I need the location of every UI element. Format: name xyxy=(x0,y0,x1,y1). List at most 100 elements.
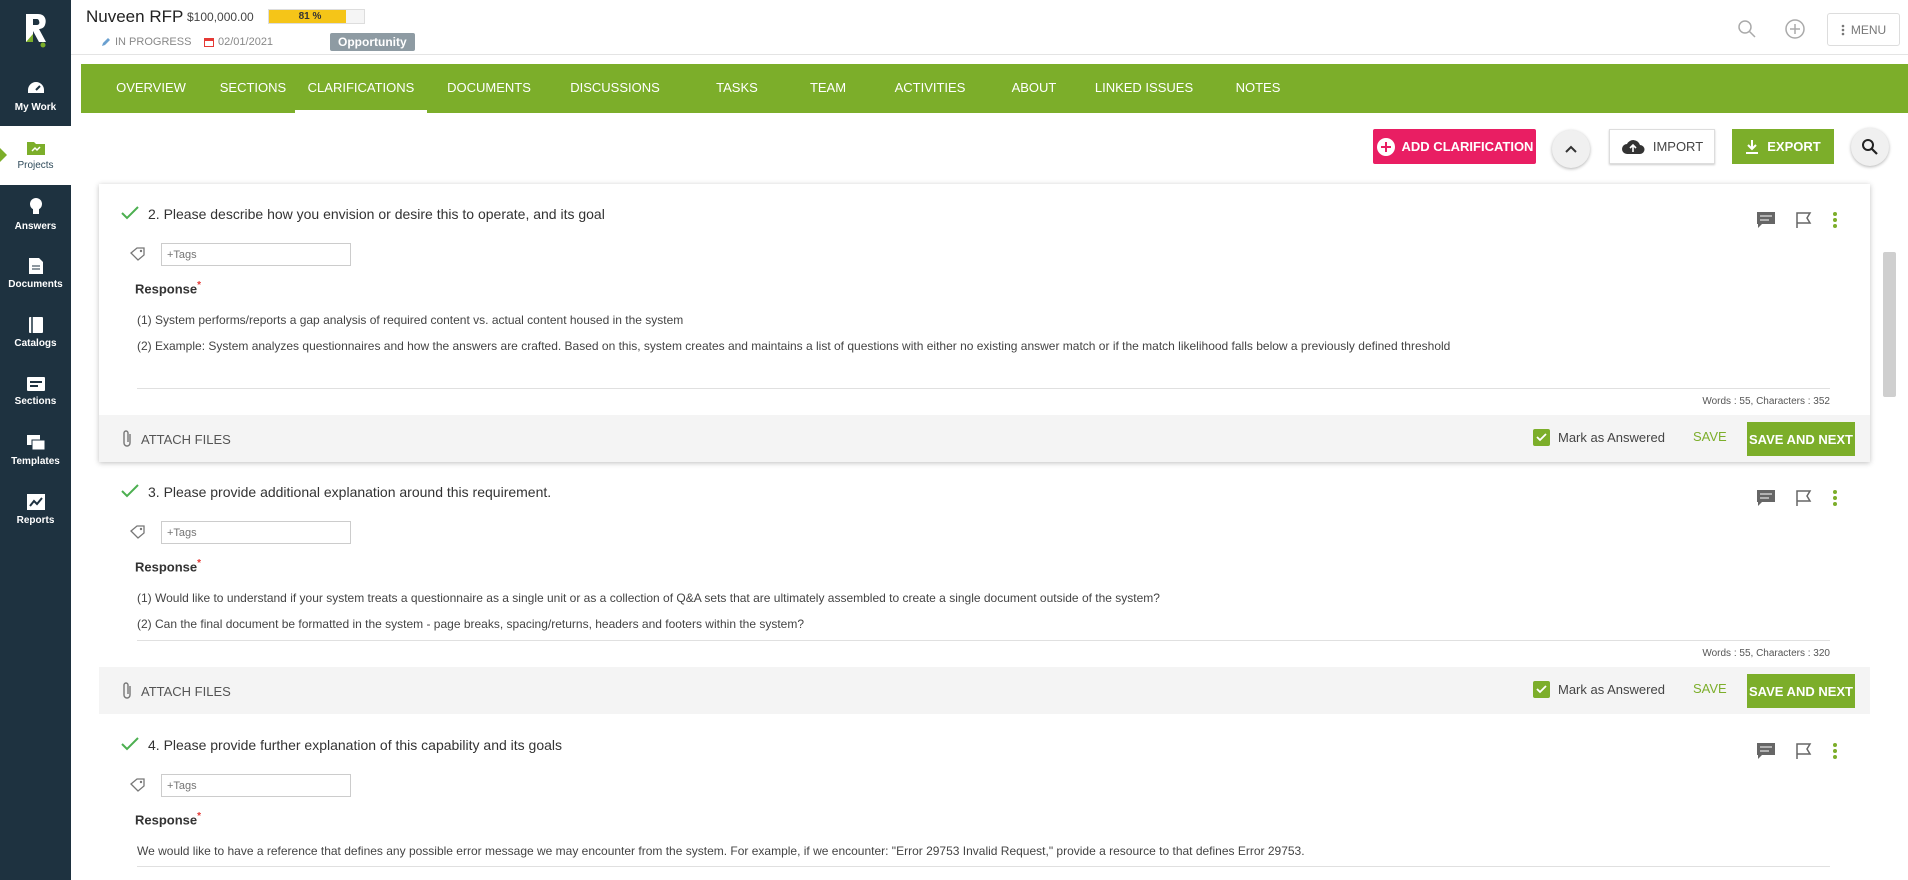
word-count: Words : 55, Characters : 320 xyxy=(1702,648,1830,659)
flag-icon[interactable] xyxy=(1793,487,1815,509)
brand-logo-icon xyxy=(25,14,46,48)
sections-icon xyxy=(26,377,45,391)
comment-icon[interactable] xyxy=(1755,740,1777,762)
add-circle-icon[interactable] xyxy=(1784,18,1806,40)
tags-input[interactable] xyxy=(161,774,351,797)
response-label: Response* xyxy=(135,280,202,297)
active-indicator xyxy=(0,148,7,162)
attach-files-label: ATTACH FILES xyxy=(141,683,231,699)
plus-circle-icon xyxy=(1376,137,1395,156)
project-tabs: OVERVIEW SECTIONS CLARIFICATIONS DOCUMEN… xyxy=(81,64,1908,113)
sidebar-item-label: Catalogs xyxy=(14,338,57,349)
dashboard-icon xyxy=(27,82,44,93)
tab-clarifications[interactable]: CLARIFICATIONS xyxy=(295,64,427,113)
menu-button[interactable]: MENU xyxy=(1827,13,1900,46)
mark-as-answered-label: Mark as Answered xyxy=(1558,682,1665,697)
attach-files-button[interactable]: ATTACH FILES xyxy=(121,429,231,449)
save-and-next-button[interactable]: SAVE AND NEXT xyxy=(1747,422,1855,456)
tab-discussions[interactable]: DISCUSSIONS xyxy=(551,64,679,113)
collapse-button[interactable] xyxy=(1552,130,1590,168)
tags-input[interactable] xyxy=(161,243,351,266)
response-line: (2) Example: System analyzes questionnai… xyxy=(137,339,1451,353)
project-amount: $100,000.00 xyxy=(187,10,254,24)
divider xyxy=(137,388,1830,389)
question-title: 4. Please provide further explanation of… xyxy=(148,737,563,753)
progress-bar: 81 % xyxy=(268,9,365,24)
response-line: (2) Can the final document be formatted … xyxy=(137,617,805,631)
sidebar-item-sections[interactable]: Sections xyxy=(0,362,71,421)
menu-label: MENU xyxy=(1850,22,1887,37)
checkbox-checked-icon xyxy=(1533,681,1550,698)
sidebar-item-projects[interactable]: Projects xyxy=(0,126,71,185)
paperclip-icon xyxy=(123,682,131,699)
sidebar-item-catalogs[interactable]: Catalogs xyxy=(0,303,71,362)
logo[interactable] xyxy=(0,0,71,60)
tab-notes[interactable]: NOTES xyxy=(1206,64,1310,113)
project-title: Nuveen RFP xyxy=(86,7,184,26)
sidebar-item-label: Documents xyxy=(8,279,63,290)
opportunity-badge: Opportunity xyxy=(330,33,415,51)
tab-tasks[interactable]: TASKS xyxy=(685,64,789,113)
more-options-icon[interactable] xyxy=(1824,740,1846,762)
tab-about[interactable]: ABOUT xyxy=(984,64,1084,113)
sidebar-item-templates[interactable]: Templates xyxy=(0,421,71,480)
tab-documents[interactable]: DOCUMENTS xyxy=(434,64,544,113)
question-title: 2. Please describe how you envision or d… xyxy=(148,206,605,222)
mark-as-answered-checkbox[interactable]: Mark as Answered xyxy=(1533,429,1665,446)
mark-as-answered-checkbox[interactable]: Mark as Answered xyxy=(1533,681,1665,698)
sidebar-item-label: Sections xyxy=(14,396,57,407)
tag-icon xyxy=(130,247,145,261)
sidebar-item-documents[interactable]: Documents xyxy=(0,244,71,303)
tab-team[interactable]: TEAM xyxy=(781,64,875,113)
tab-linked-issues[interactable]: LINKED ISSUES xyxy=(1077,64,1211,113)
download-icon xyxy=(1746,139,1759,154)
comment-icon[interactable] xyxy=(1755,209,1777,231)
date-text: 02/01/2021 xyxy=(218,36,274,48)
search-icon xyxy=(1862,139,1878,155)
documents-icon xyxy=(28,258,43,274)
question-card: 4. Please provide further explanation of… xyxy=(99,715,1870,880)
book-icon xyxy=(28,317,43,333)
flag-icon[interactable] xyxy=(1793,740,1815,762)
sidebar-item-label: Answers xyxy=(14,221,57,232)
paperclip-icon xyxy=(123,430,131,447)
word-count: Words : 55, Characters : 352 xyxy=(1702,396,1830,407)
flag-icon[interactable] xyxy=(1793,209,1815,231)
more-options-icon[interactable] xyxy=(1824,209,1846,231)
save-and-next-button[interactable]: SAVE AND NEXT xyxy=(1747,674,1855,708)
tab-overview[interactable]: OVERVIEW xyxy=(99,64,203,113)
tab-activities[interactable]: ACTIVITIES xyxy=(870,64,990,113)
tab-sections[interactable]: SECTIONS xyxy=(203,64,303,113)
sidebar-item-answers[interactable]: Answers xyxy=(0,185,71,244)
sidebar-item-reports[interactable]: Reports xyxy=(0,480,71,539)
sidebar-item-label: Projects xyxy=(17,160,54,171)
export-label: EXPORT xyxy=(1767,139,1821,154)
mark-as-answered-label: Mark as Answered xyxy=(1558,430,1665,445)
import-button[interactable]: IMPORT xyxy=(1609,129,1715,164)
response-line: (1) Would like to understand if your sys… xyxy=(137,591,1160,605)
add-clarification-button[interactable]: ADD CLARIFICATION xyxy=(1373,129,1536,164)
calendar-icon xyxy=(204,38,214,47)
reports-icon xyxy=(26,494,45,510)
comment-icon[interactable] xyxy=(1755,487,1777,509)
status-text: IN PROGRESS xyxy=(115,36,192,48)
sidebar-item-label: Reports xyxy=(16,515,55,526)
pencil-icon xyxy=(102,38,110,46)
chevron-up-icon xyxy=(1565,145,1577,153)
progress-label: 81 % xyxy=(298,11,322,22)
attach-files-button[interactable]: ATTACH FILES xyxy=(121,681,231,701)
search-icon[interactable] xyxy=(1736,18,1758,40)
sidebar-item-my-work[interactable]: My Work xyxy=(0,67,71,126)
export-button[interactable]: EXPORT xyxy=(1732,129,1834,164)
tags-input[interactable] xyxy=(161,521,351,544)
import-label: IMPORT xyxy=(1652,139,1704,154)
response-label: Response* xyxy=(135,811,202,828)
scrollbar-thumb[interactable] xyxy=(1883,252,1896,397)
cloud-upload-icon xyxy=(1621,139,1645,154)
templates-icon xyxy=(26,435,45,451)
search-button[interactable] xyxy=(1851,128,1889,166)
divider xyxy=(137,866,1830,867)
save-button[interactable]: SAVE xyxy=(1693,429,1727,444)
save-button[interactable]: SAVE xyxy=(1693,681,1727,696)
more-options-icon[interactable] xyxy=(1824,487,1846,509)
